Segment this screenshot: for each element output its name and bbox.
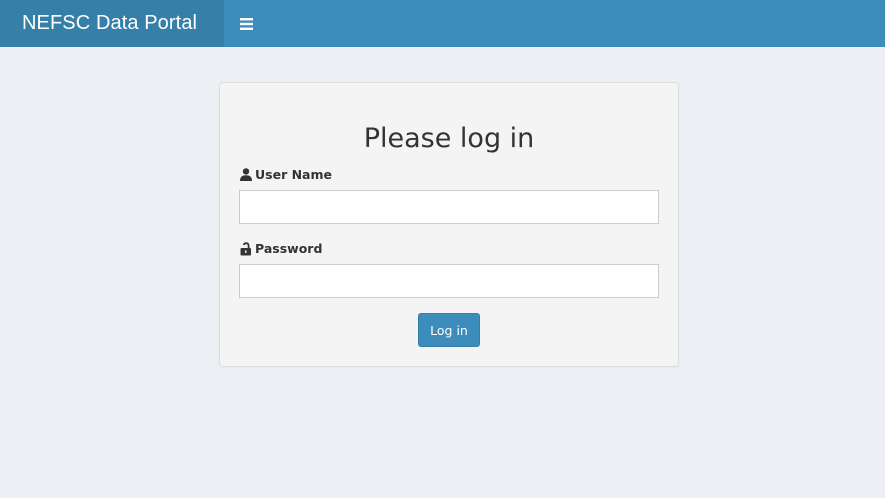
- login-title: Please log in: [363, 123, 535, 154]
- brand-logo[interactable]: NEFSC Data Portal: [0, 0, 224, 47]
- login-panel: Please log in User Name Password Log in: [219, 82, 679, 367]
- username-input[interactable]: [239, 190, 659, 224]
- sidebar-toggle-button[interactable]: [224, 0, 268, 47]
- password-label-text: Password: [255, 241, 323, 256]
- username-label-text: User Name: [255, 167, 332, 182]
- brand-title: NEFSC Data Portal: [22, 12, 198, 34]
- top-navbar: NEFSC Data Portal: [0, 0, 885, 47]
- user-icon: [239, 168, 252, 182]
- login-button[interactable]: Log in: [418, 313, 480, 347]
- username-label: User Name: [239, 167, 332, 182]
- password-input[interactable]: [239, 264, 659, 298]
- password-label: Password: [239, 241, 322, 256]
- hamburger-menu-icon: [239, 17, 253, 30]
- unlock-icon: [239, 241, 252, 256]
